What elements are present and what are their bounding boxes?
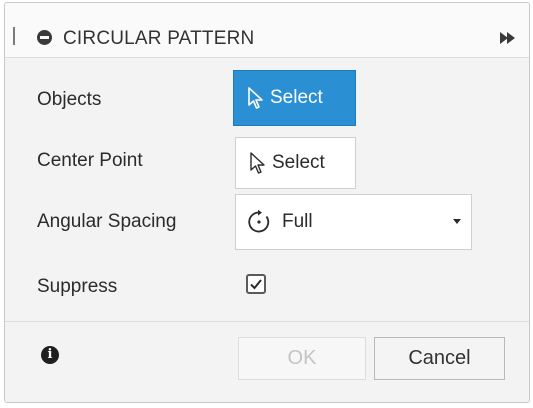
center-point-label: Center Point (37, 150, 143, 171)
center-point-select-button[interactable]: Select (235, 137, 356, 189)
dialog-title: CIRCULAR PATTERN (63, 28, 255, 49)
chevron-down-icon (453, 219, 461, 224)
angular-spacing-label: Angular Spacing (37, 211, 177, 232)
collapse-icon[interactable] (37, 30, 52, 45)
cursor-arrow-icon (250, 152, 265, 174)
expand-icon[interactable] (500, 30, 515, 46)
objects-label: Objects (37, 89, 102, 110)
footer-divider (5, 321, 529, 322)
circular-pattern-dialog: CIRCULAR PATTERN Objects Select Center P… (4, 2, 530, 403)
objects-select-button[interactable]: Select (233, 70, 356, 126)
angular-spacing-dropdown[interactable]: Full (235, 194, 472, 250)
checkmark-icon (250, 279, 262, 290)
cancel-button[interactable]: Cancel (374, 337, 505, 380)
dialog-header[interactable]: CIRCULAR PATTERN (5, 3, 529, 58)
objects-select-label: Select (270, 87, 323, 108)
drag-handle[interactable] (13, 27, 15, 45)
angular-spacing-value: Full (282, 211, 313, 232)
suppress-label: Suppress (37, 276, 118, 297)
center-point-select-label: Select (272, 152, 325, 173)
info-icon[interactable]: i (41, 346, 59, 364)
suppress-checkbox[interactable] (246, 274, 266, 294)
rotate-dotted-icon (248, 209, 270, 233)
cursor-arrow-icon (248, 87, 263, 109)
ok-button[interactable]: OK (238, 337, 366, 380)
